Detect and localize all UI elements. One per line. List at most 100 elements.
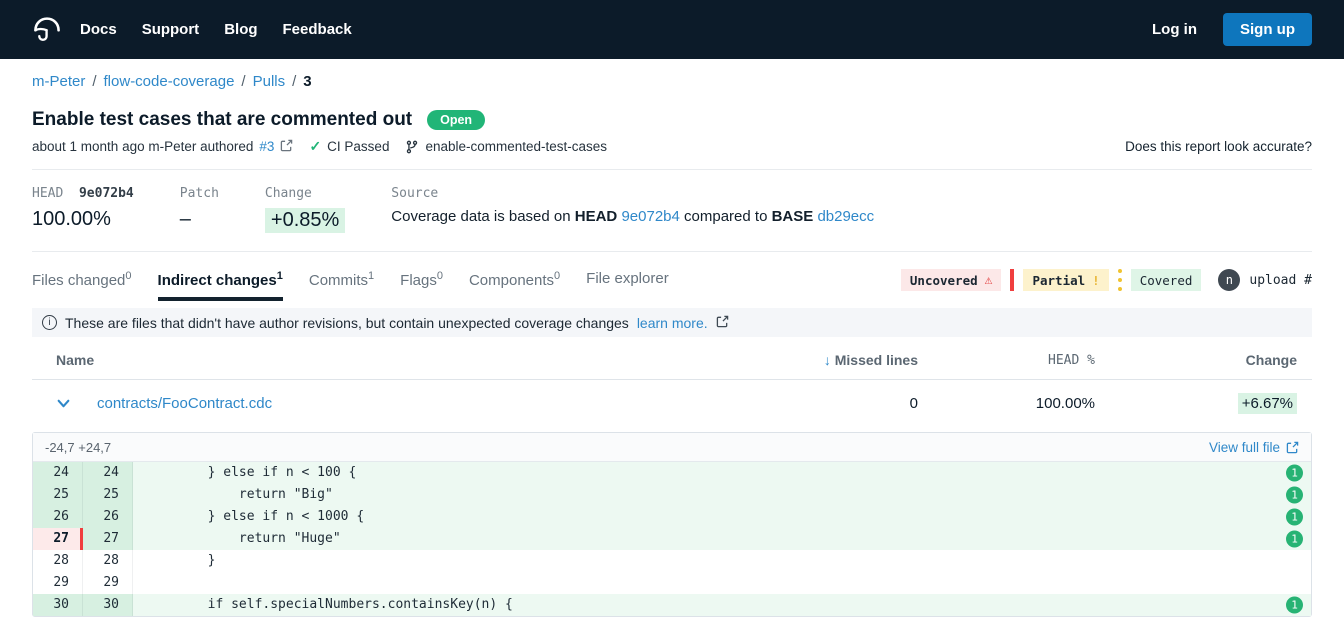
- code-line[interactable]: 3030 if self.specialNumbers.containsKey(…: [33, 594, 1311, 616]
- code-text: [133, 572, 1311, 594]
- upload-label: upload #: [1249, 273, 1312, 288]
- code-text: return "Big": [133, 484, 1311, 506]
- banner-text: These are files that didn't have author …: [65, 315, 629, 331]
- code-text: return "Huge": [133, 528, 1311, 550]
- code-text: } else if n < 100 {: [133, 462, 1311, 484]
- info-icon: i: [42, 315, 57, 330]
- view-full-file-link[interactable]: View full file: [1209, 440, 1299, 455]
- base-line-number: 25: [33, 484, 83, 506]
- column-head-percent[interactable]: HEAD %: [918, 353, 1095, 368]
- tab-flags[interactable]: Flags0: [400, 270, 443, 301]
- stat-source: Source Coverage data is based on HEAD 9e…: [391, 186, 874, 233]
- change-value: +0.85%: [265, 208, 345, 233]
- chevron-down-icon[interactable]: [56, 396, 71, 411]
- learn-more-link[interactable]: learn more.: [637, 315, 708, 331]
- nav-link-docs[interactable]: Docs: [80, 21, 117, 38]
- code-line[interactable]: 2727 return "Huge" 1: [33, 528, 1311, 550]
- pr-number-link[interactable]: #3: [259, 139, 274, 154]
- base-line-number: 30: [33, 594, 83, 616]
- hit-count-badge: 1: [1286, 509, 1303, 526]
- coverage-legend: Uncovered ⚠ Partial ! Covered n upload #: [901, 269, 1312, 301]
- external-link-icon[interactable]: [280, 139, 293, 155]
- code-text: }: [133, 550, 1311, 572]
- breadcrumb-separator: /: [241, 73, 245, 90]
- tab-file-explorer[interactable]: File explorer: [586, 270, 669, 301]
- report-accuracy-prompt[interactable]: Does this report look accurate?: [1125, 139, 1312, 154]
- warning-triangle-icon: ⚠: [985, 273, 993, 288]
- code-line[interactable]: 2525 return "Big" 1: [33, 484, 1311, 506]
- nav-links: Docs Support Blog Feedback: [80, 21, 352, 38]
- code-line[interactable]: 2828 }: [33, 550, 1311, 572]
- patch-label: Patch: [180, 186, 219, 201]
- tab-commits[interactable]: Commits1: [309, 270, 374, 301]
- nav-link-blog[interactable]: Blog: [224, 21, 257, 38]
- source-head-word: HEAD: [575, 208, 618, 225]
- tab-components[interactable]: Components0: [469, 270, 560, 301]
- head-label: HEAD: [32, 186, 63, 201]
- partial-mark-icon: !: [1092, 273, 1100, 288]
- head-percent-value: 100.00%: [918, 395, 1095, 412]
- missed-lines-value: 0: [738, 395, 918, 412]
- nav-link-support[interactable]: Support: [142, 21, 200, 38]
- authored-text: about 1 month ago m-Peter authored: [32, 139, 253, 154]
- head-line-number: 29: [83, 572, 133, 594]
- breadcrumb-pulls[interactable]: Pulls: [253, 73, 286, 90]
- base-line-number: 26: [33, 506, 83, 528]
- navbar: Docs Support Blog Feedback Log in Sign u…: [0, 0, 1344, 59]
- column-missed-lines[interactable]: ↓ Missed lines: [738, 352, 918, 368]
- hit-count-badge: 1: [1286, 597, 1303, 614]
- code-text: } else if n < 1000 {: [133, 506, 1311, 528]
- file-link[interactable]: contracts/FooContract.cdc: [97, 395, 272, 412]
- codecov-umbrella-icon[interactable]: [32, 15, 62, 45]
- stat-patch: Patch –: [180, 186, 219, 233]
- coverage-stats: HEAD 9e072b4 100.00% Patch – Change +0.8…: [32, 170, 1312, 251]
- hit-count-badge: 1: [1286, 531, 1303, 548]
- code-line[interactable]: 2626 } else if n < 1000 { 1: [33, 506, 1311, 528]
- stat-head: HEAD 9e072b4 100.00%: [32, 186, 134, 233]
- hit-count-badge: 1: [1286, 465, 1303, 482]
- code-line[interactable]: 2424 } else if n < 100 { 1: [33, 462, 1311, 484]
- code-line[interactable]: 2929: [33, 572, 1311, 594]
- source-base-sha-link[interactable]: db29ecc: [817, 208, 874, 225]
- head-line-number: 27: [83, 528, 133, 550]
- legend-partial: Partial !: [1023, 269, 1108, 291]
- change-label: Change: [265, 186, 345, 201]
- tab-indirect-changes[interactable]: Indirect changes1: [158, 270, 283, 301]
- hit-count-badge: 1: [1286, 487, 1303, 504]
- source-head-sha-link[interactable]: 9e072b4: [621, 208, 679, 225]
- signup-button[interactable]: Sign up: [1223, 13, 1312, 46]
- patch-value: –: [180, 208, 219, 231]
- head-line-number: 28: [83, 550, 133, 572]
- source-text: Coverage data is based on: [391, 208, 574, 225]
- nav-link-feedback[interactable]: Feedback: [283, 21, 352, 38]
- ci-status: CI Passed: [327, 139, 389, 154]
- login-link[interactable]: Log in: [1152, 21, 1197, 38]
- legend-covered: Covered: [1131, 269, 1202, 291]
- source-base-word: BASE: [772, 208, 814, 225]
- git-branch-icon: [405, 140, 419, 154]
- page-title: Enable test cases that are commented out: [32, 109, 412, 131]
- base-line-number: 27: [33, 528, 83, 550]
- source-text: compared to: [680, 208, 772, 225]
- report-tabs: Files changed0 Indirect changes1 Commits…: [32, 270, 669, 301]
- diff-viewer: -24,7 +24,7 View full file 2424 } else i…: [32, 432, 1312, 617]
- change-value: +6.67%: [1238, 393, 1297, 414]
- hunk-header: -24,7 +24,7: [45, 440, 111, 455]
- source-label: Source: [391, 186, 874, 201]
- breadcrumb-pr-number: 3: [303, 73, 311, 90]
- uncovered-bar-sample: [1010, 269, 1014, 291]
- status-badge: Open: [427, 110, 485, 130]
- column-name[interactable]: Name: [56, 352, 738, 368]
- code-text: if self.specialNumbers.containsKey(n) {: [133, 594, 1311, 616]
- info-banner: i These are files that didn't have autho…: [32, 308, 1312, 337]
- external-link-icon: [1286, 441, 1299, 454]
- base-line-number: 28: [33, 550, 83, 572]
- base-line-number: 24: [33, 462, 83, 484]
- breadcrumb-owner[interactable]: m-Peter: [32, 73, 85, 90]
- breadcrumb-repo[interactable]: flow-code-coverage: [104, 73, 235, 90]
- table-row: contracts/FooContract.cdc 0 100.00% +6.6…: [32, 380, 1312, 426]
- ci-check-icon: ✓: [309, 138, 321, 155]
- external-link-icon[interactable]: [716, 315, 729, 331]
- tab-files-changed[interactable]: Files changed0: [32, 270, 132, 301]
- column-change[interactable]: Change: [1095, 352, 1297, 368]
